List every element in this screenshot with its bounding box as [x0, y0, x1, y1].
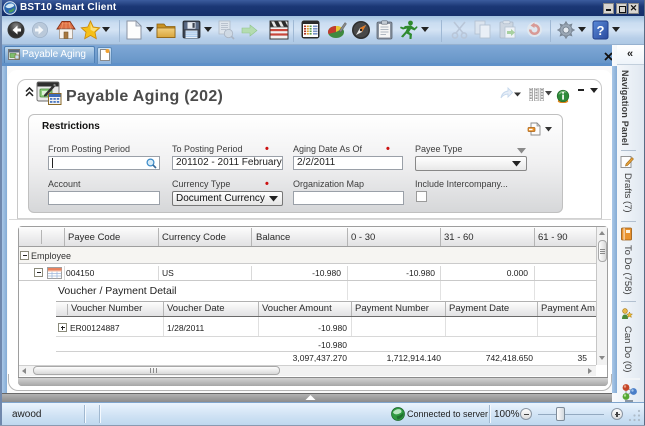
svg-text:?: ?: [597, 23, 605, 38]
